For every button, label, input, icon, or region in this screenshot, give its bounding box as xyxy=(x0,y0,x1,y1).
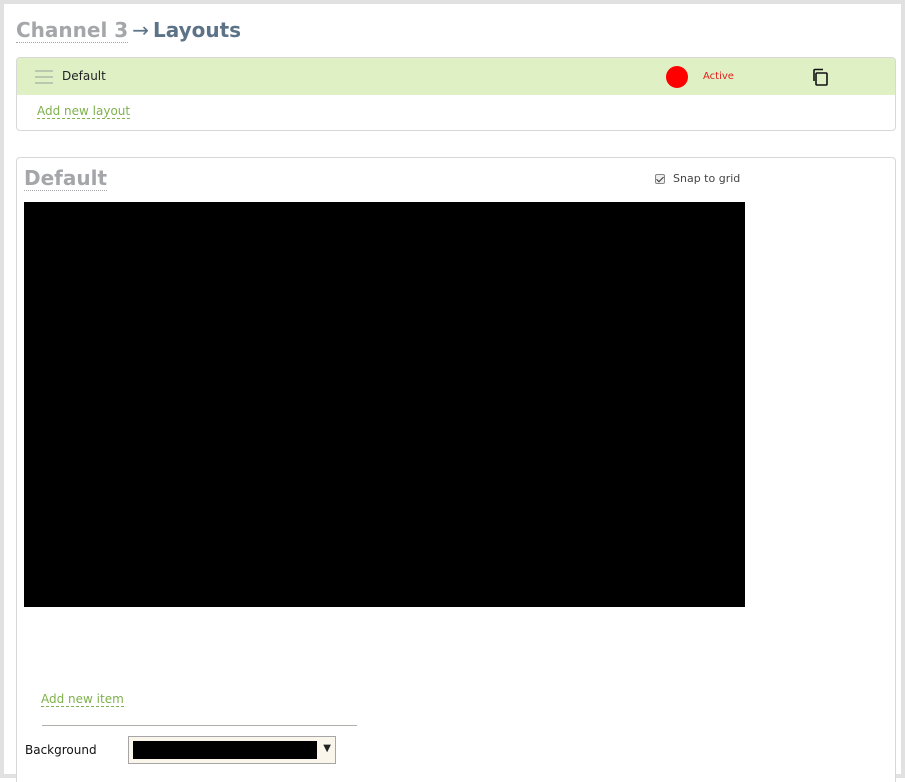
layout-row-default[interactable]: Default Active xyxy=(17,58,895,95)
background-label: Background xyxy=(25,743,97,757)
divider xyxy=(42,725,357,726)
chevron-down-icon: ▼ xyxy=(323,743,331,754)
background-color-swatch xyxy=(133,741,317,759)
layout-name[interactable]: Default xyxy=(62,69,106,83)
layout-canvas[interactable] xyxy=(24,202,745,607)
snap-to-grid-control: Snap to grid xyxy=(655,172,740,185)
background-color-select[interactable]: ▼ xyxy=(128,736,336,764)
add-new-item-link[interactable]: Add new item xyxy=(41,692,124,707)
breadcrumb-channel-link[interactable]: Channel 3 xyxy=(16,18,129,43)
add-new-layout-link[interactable]: Add new layout xyxy=(37,104,131,119)
snap-to-grid-checkbox[interactable] xyxy=(655,173,665,184)
drag-handle-icon[interactable] xyxy=(35,70,53,84)
page-frame: Channel 3 → Layouts Default Active Add new… xyxy=(0,0,905,782)
active-status-dot[interactable] xyxy=(666,66,688,88)
layout-editor-panel: Default Snap to grid Add new item Backgr… xyxy=(16,157,896,782)
snap-to-grid-label: Snap to grid xyxy=(673,172,741,185)
copy-icon[interactable] xyxy=(810,67,830,87)
breadcrumb-current: Layouts xyxy=(152,18,242,42)
active-status-label: Active xyxy=(703,71,734,82)
breadcrumb: Channel 3 → Layouts xyxy=(16,18,241,46)
layouts-panel: Default Active Add new layout xyxy=(16,57,896,131)
breadcrumb-arrow: → xyxy=(132,18,149,42)
layout-editor-title[interactable]: Default xyxy=(24,166,108,191)
